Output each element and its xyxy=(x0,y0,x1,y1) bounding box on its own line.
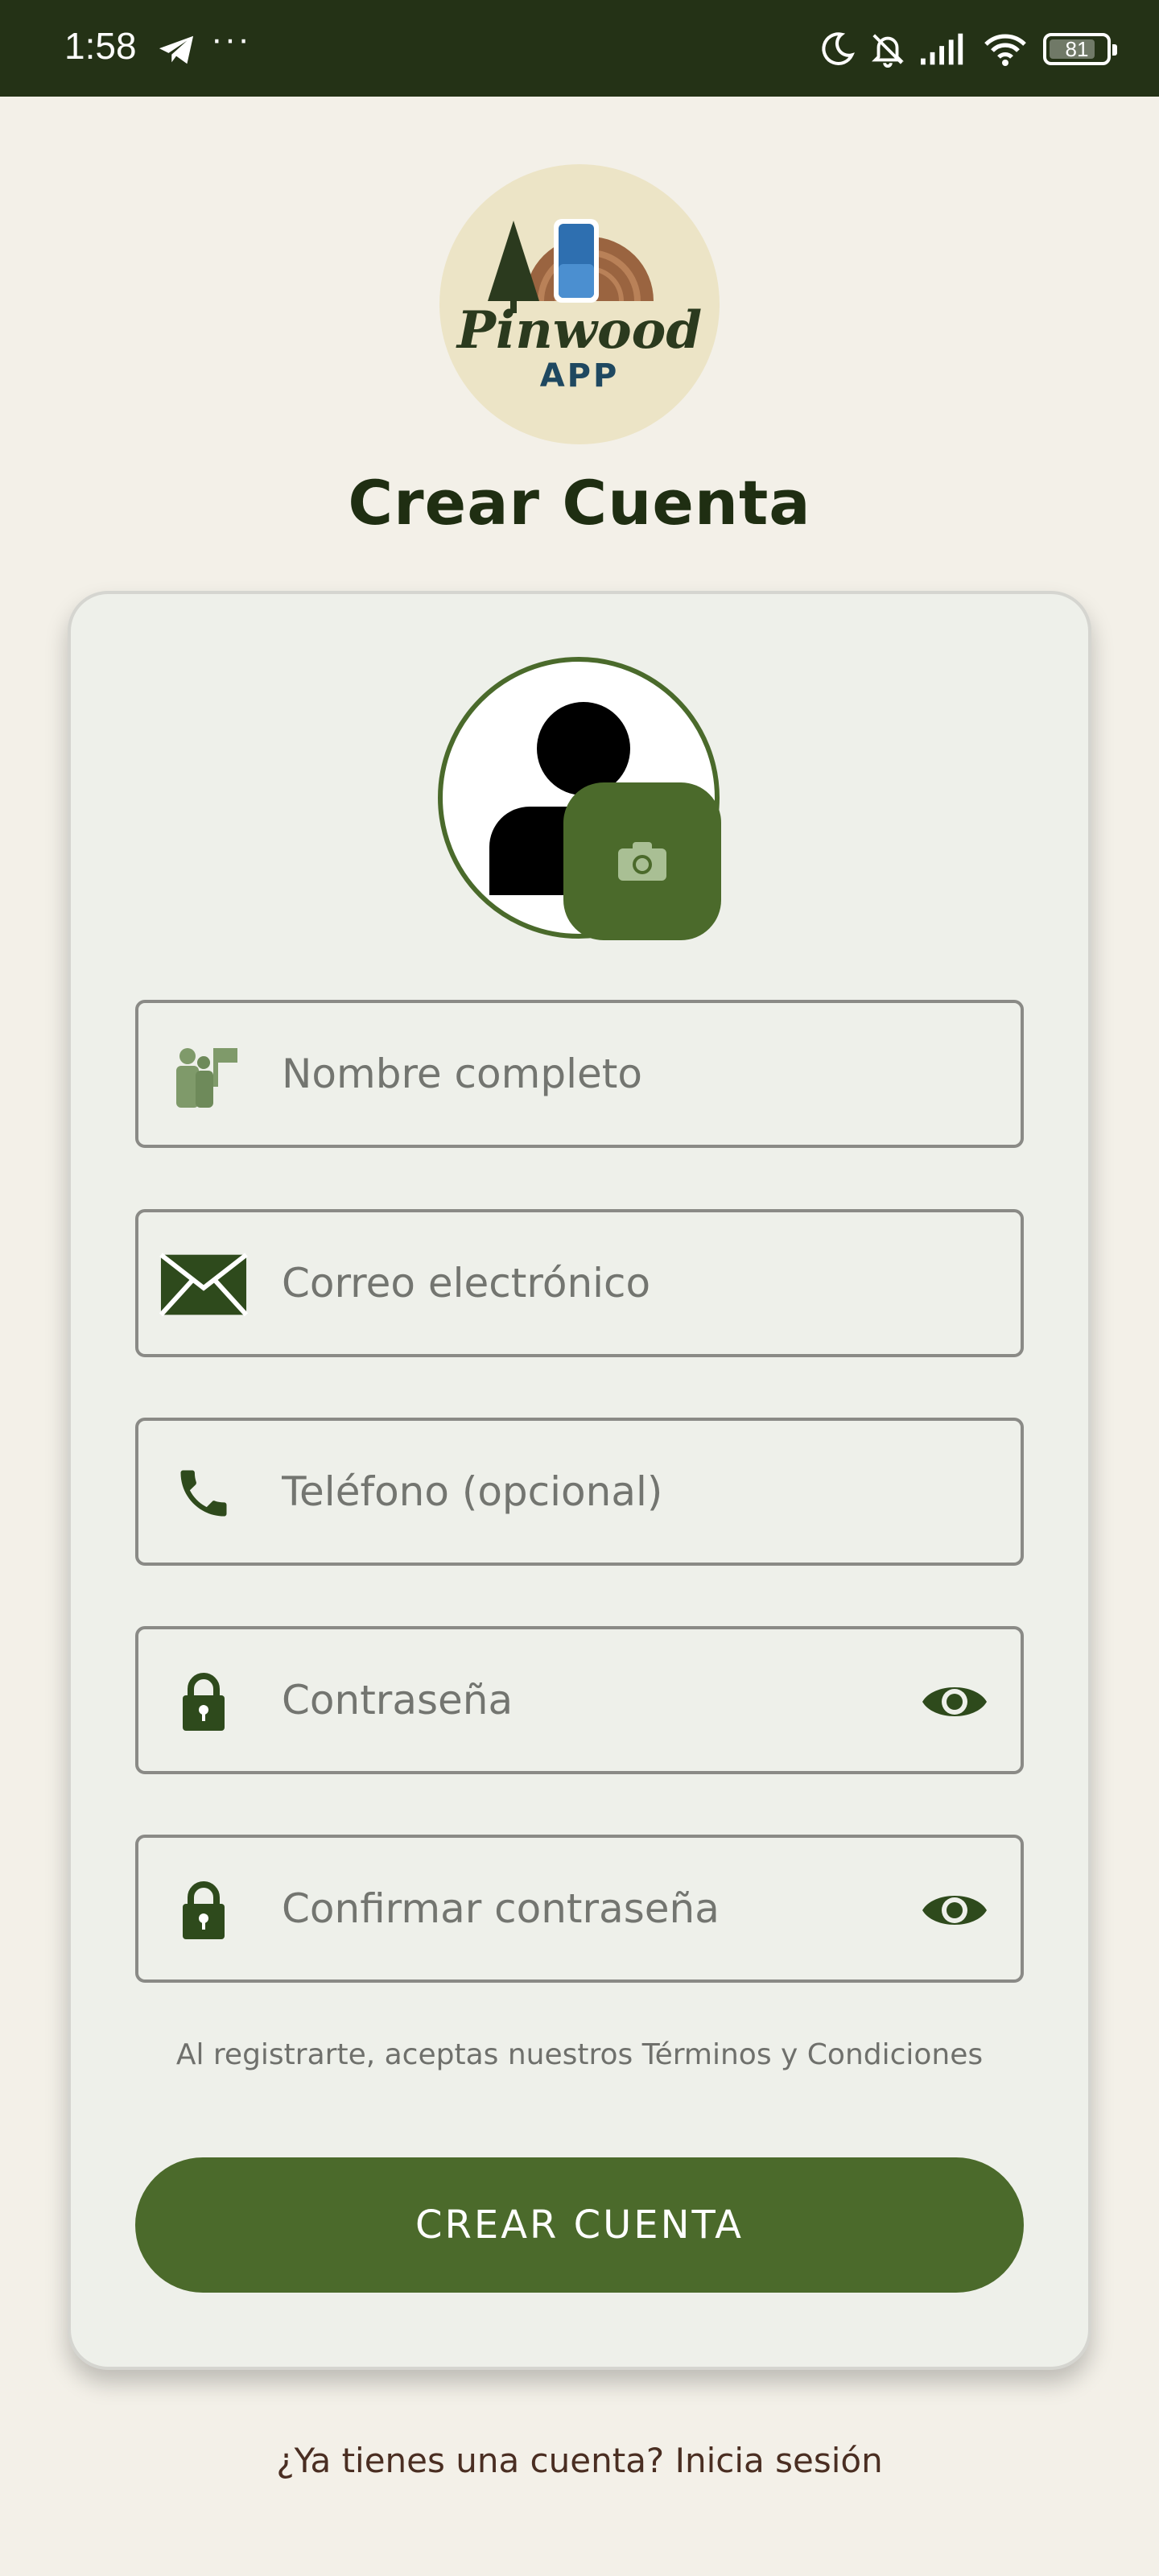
eye-icon[interactable] xyxy=(921,1678,988,1726)
battery-level: 81 xyxy=(1065,36,1089,61)
password-field[interactable] xyxy=(135,1626,1024,1774)
lock-icon xyxy=(159,1662,248,1742)
password-input[interactable] xyxy=(282,1629,942,1771)
bell-off-icon xyxy=(872,34,904,68)
lock-icon xyxy=(159,1870,248,1951)
more-notifications-icon: ··· xyxy=(211,19,251,59)
battery-icon: 81 xyxy=(1043,33,1117,65)
wifi-icon xyxy=(984,34,1026,66)
camera-icon xyxy=(618,842,666,881)
login-link[interactable]: ¿Ya tienes una cuenta? Inicia sesión xyxy=(0,2441,1159,2480)
terms-text[interactable]: Al registrarte, aceptas nuestros Término… xyxy=(0,2038,1159,2071)
page-title: Crear Cuenta xyxy=(348,467,811,539)
status-bar: 1:58 ··· 81 xyxy=(0,0,1159,97)
telegram-icon xyxy=(159,35,194,64)
create-account-button[interactable]: CREAR CUENTA xyxy=(135,2157,1024,2293)
phone-input[interactable] xyxy=(282,1421,942,1563)
pinwood-app-logo: Pinwood APP xyxy=(439,164,720,444)
eye-icon[interactable] xyxy=(921,1886,988,1934)
status-time: 1:58 xyxy=(64,25,137,67)
envelope-icon xyxy=(159,1245,248,1325)
email-field[interactable] xyxy=(135,1209,1024,1357)
moon-icon xyxy=(822,32,855,65)
logo-subtitle: APP xyxy=(540,357,620,394)
logo-wordmark: Pinwood xyxy=(456,300,702,361)
full-name-field[interactable] xyxy=(135,1000,1024,1148)
people-flag-icon xyxy=(159,1035,248,1116)
avatar-picker[interactable] xyxy=(438,657,721,940)
signal-icon xyxy=(921,33,963,65)
confirm-password-input[interactable] xyxy=(282,1838,942,1979)
full-name-input[interactable] xyxy=(282,1003,942,1145)
phone-icon xyxy=(159,1453,248,1534)
phone-field[interactable] xyxy=(135,1418,1024,1566)
email-input[interactable] xyxy=(282,1212,942,1354)
change-photo-button[interactable] xyxy=(563,782,721,940)
confirm-password-field[interactable] xyxy=(135,1835,1024,1983)
